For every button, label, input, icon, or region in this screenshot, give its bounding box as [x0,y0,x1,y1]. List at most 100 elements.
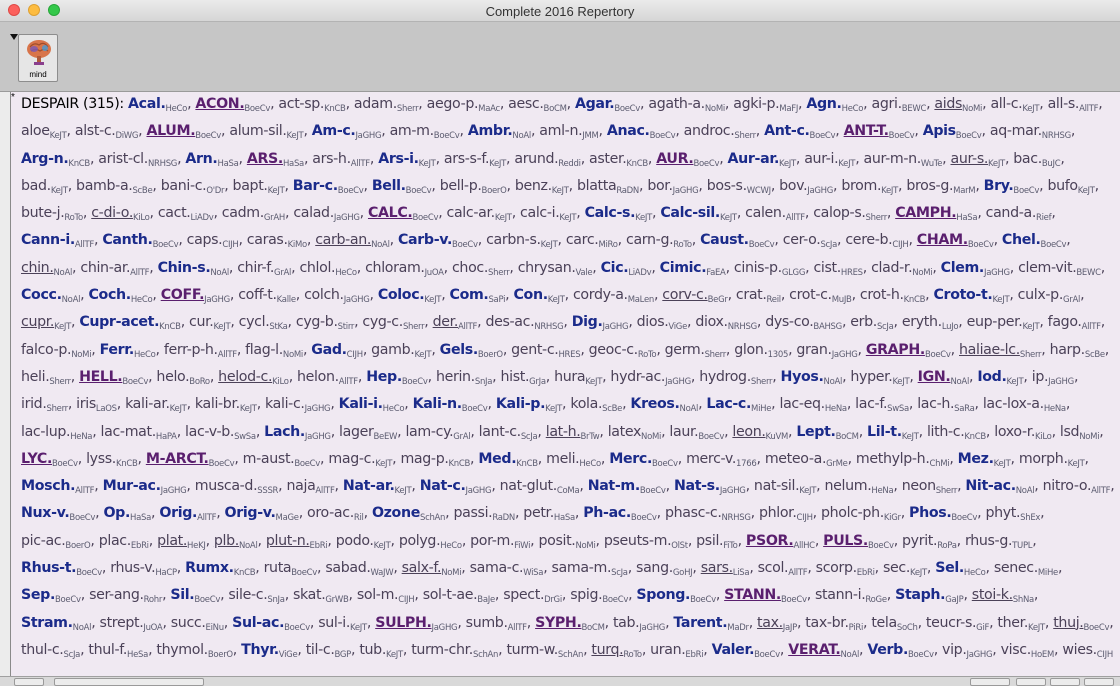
remedy-entry[interactable]: rhus-g.TUPL [965,533,1033,551]
remedy-entry[interactable]: bell-p.BoerO [440,178,507,196]
remedy-entry[interactable]: huraKeJT [554,369,602,387]
toolbar-pin-icon[interactable] [10,34,18,40]
remedy-entry[interactable]: Canth.BoeCv [102,232,178,250]
remedy-entry[interactable]: petr.HaSa [523,505,575,523]
remedy-entry[interactable]: aster.KnCB [589,151,648,169]
remedy-entry[interactable]: eryth.LuJo [902,314,959,332]
remedy-entry[interactable]: crot-h.KnCB [860,287,926,305]
remedy-entry[interactable]: arist-cl.NRHSG [98,151,177,169]
remedy-entry[interactable]: hyper.KeJT [850,369,909,387]
remedy-entry[interactable]: Chel.BoeCv [1002,232,1067,250]
remedy-entry[interactable]: scorp.EbRi [816,560,875,578]
remedy-entry[interactable]: chlol.HeCo [299,260,357,278]
remedy-entry[interactable]: Gad.CIJH [311,342,363,360]
remedy-entry[interactable]: Bell.BoeCv [372,178,432,196]
remedy-entry[interactable]: Nat-s.JaGHG [674,478,746,496]
remedy-entry[interactable]: Lach.JaGHG [264,424,331,442]
remedy-entry[interactable]: sumb.AllTF [466,615,527,633]
remedy-entry[interactable]: carbn-s.KeJT [486,232,558,250]
remedy-entry[interactable]: arund.Reddi [514,151,581,169]
remedy-entry[interactable]: Mosch.AllTF [21,478,95,496]
remedy-entry[interactable]: cycl.StKa [239,314,288,332]
remedy-entry[interactable]: cact.LiADv [158,205,214,223]
remedy-entry[interactable]: kali-ar.KeJT [125,396,187,414]
remedy-entry[interactable]: sabad.WaJW [325,560,393,578]
remedy-entry[interactable]: bufoKeJT [1047,178,1094,196]
remedy-entry[interactable]: cer-o.ScJa [783,232,838,250]
remedy-entry[interactable]: Staph.GaJP [895,587,964,605]
remedy-entry[interactable]: nitro-o.AllTF [1043,478,1111,496]
remedy-entry[interactable]: cist.HRES [813,260,863,278]
remedy-entry[interactable]: Tarent.MaDr [673,615,749,633]
remedy-entry[interactable]: caras.KiMo [247,232,307,250]
remedy-entry[interactable]: Calc-s.KeJT [585,205,653,223]
remedy-entry[interactable]: c-di-o.KiLo [91,205,150,223]
remedy-entry[interactable]: bac.BuJC [1013,151,1060,169]
remedy-entry[interactable]: telaSoCh [871,615,918,633]
remedy-entry[interactable]: cordy-a.MaLen [573,287,654,305]
remedy-entry[interactable]: aesc.BoCM [508,96,567,114]
remedy-entry[interactable]: aidsNoMi [934,96,982,114]
remedy-entry[interactable]: Coch.HeCo [89,287,153,305]
remedy-entry[interactable]: nat-glut.CoMa [500,478,580,496]
remedy-entry[interactable]: hist.GrJa [500,369,546,387]
remedy-entry[interactable]: latexNoMi [608,424,662,442]
remedy-entry[interactable]: Kali-i.HeCo [339,396,405,414]
remedy-entry[interactable]: Merc.BoeCv [609,451,678,469]
remedy-entry[interactable]: leon.KuVM [732,424,788,442]
remedy-entry[interactable]: ARS.HaSa [247,151,304,169]
remedy-entry[interactable]: blattaRaDN [577,178,639,196]
remedy-entry[interactable]: des-ac.NRHSG [485,314,563,332]
remedy-entry[interactable]: Mur-ac.JaGHG [103,478,187,496]
remedy-entry[interactable]: meteo-a.GrMe [765,451,848,469]
remedy-entry[interactable]: sec.KeJT [883,560,927,578]
remedy-entry[interactable]: colch.JaGHG [304,287,370,305]
remedy-entry[interactable]: kali-c.JaGHG [265,396,331,414]
remedy-entry[interactable]: plut-n.EbRi [266,533,328,551]
remedy-entry[interactable]: turm-w.SchAn [506,642,583,660]
remedy-entry[interactable]: VERAT.NoAl [788,642,859,660]
remedy-entry[interactable]: bos-s.WCWJ [707,178,771,196]
status-right-control-1[interactable] [970,678,1010,686]
remedy-entry[interactable]: bor.JaGHG [647,178,698,196]
remedy-entry[interactable]: all-c.KeJT [990,96,1039,114]
status-left-control[interactable] [14,678,44,686]
remedy-entry[interactable]: choc.Sherr [452,260,510,278]
remedy-entry[interactable]: brom.KeJT [841,178,898,196]
remedy-entry[interactable]: Op.HaSa [103,505,151,523]
remedy-entry[interactable]: Stram.NoAl [21,615,91,633]
remedy-entry[interactable]: chloram.JuOA [365,260,444,278]
remedy-entry[interactable]: por-m.FiWi [470,533,530,551]
remedy-entry[interactable]: phyt.ShEx [985,505,1040,523]
remedy-entry[interactable]: salx-f.NoMi [402,560,462,578]
remedy-entry[interactable]: cand-a.Rief [986,205,1052,223]
remedy-entry[interactable]: thymol.BoerO [156,642,233,660]
remedy-entry[interactable]: bamb-a.ScBe [76,178,153,196]
remedy-entry[interactable]: lac-eq.HeNa [779,396,847,414]
remedy-entry[interactable]: clem-vit.BEWC [1018,260,1101,278]
remedy-entry[interactable]: ars-s-f.KeJT [444,151,506,169]
remedy-entry[interactable]: turm-chr.SchAn [411,642,498,660]
remedy-entry[interactable]: hydr-ac.JaGHG [610,369,691,387]
remedy-entry[interactable]: Bar-c.BoeCv [293,178,364,196]
remedy-entry[interactable]: uran.EbRi [650,642,703,660]
remedy-entry[interactable]: Ferr.HeCo [100,342,156,360]
remedy-entry[interactable]: gran.JaGHG [796,342,857,360]
remedy-entry[interactable]: hydrog.Sherr [699,369,772,387]
remedy-entry[interactable]: cinis-p.GLGG [734,260,806,278]
remedy-entry[interactable]: lyss.KnCB [86,451,138,469]
remedy-entry[interactable]: cyg-c.Sherr [362,314,424,332]
remedy-entry[interactable]: lagerBeEW [339,424,397,442]
remedy-entry[interactable]: Kreos.NoAl [630,396,698,414]
remedy-entry[interactable]: Phos.BoeCv [909,505,977,523]
remedy-entry[interactable]: meli.HeCo [546,451,601,469]
remedy-entry[interactable]: loxo-r.KiLo [994,424,1052,442]
remedy-entry[interactable]: Acal.HeCo [128,96,187,114]
remedy-entry[interactable]: Agar.BoeCv [575,96,640,114]
remedy-entry[interactable]: cur.KeJT [189,314,231,332]
remedy-entry[interactable]: kali-br.KeJT [195,396,257,414]
remedy-entry[interactable]: der.AllTF [433,314,478,332]
remedy-entry[interactable]: Cic.LiADv [601,260,652,278]
remedy-entry[interactable]: dios.ViGe [637,314,688,332]
remedy-entry[interactable]: corv-c.BeGr [662,287,728,305]
